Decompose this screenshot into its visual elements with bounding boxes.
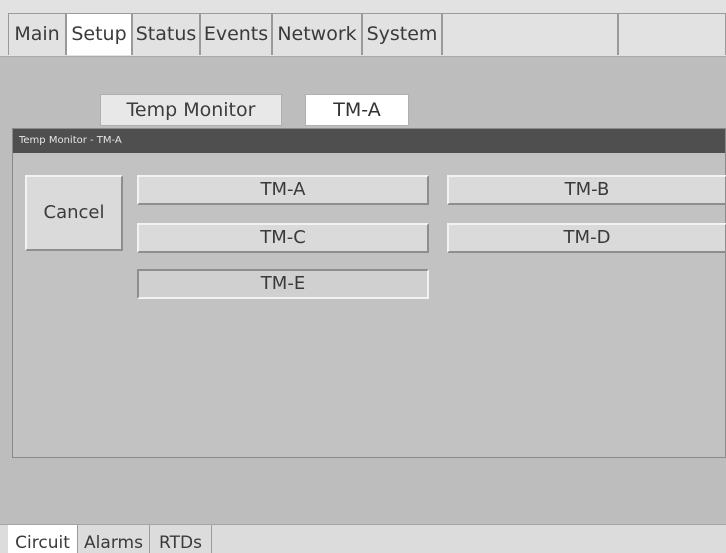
dialog-title: Temp Monitor - TM-A: [13, 129, 725, 153]
tab-rtds[interactable]: RTDs: [150, 525, 212, 553]
tab-empty-2[interactable]: [618, 13, 726, 55]
option-tm-d-button[interactable]: TM-D: [447, 223, 726, 253]
bottom-tab-bar: Circuit Alarms RTDs: [0, 524, 726, 553]
tab-empty-1[interactable]: [442, 13, 618, 55]
option-tm-c-button[interactable]: TM-C: [137, 223, 429, 253]
option-tm-e-button[interactable]: TM-E: [137, 269, 429, 299]
temp-monitor-select[interactable]: TM-A: [305, 94, 409, 126]
temp-monitor-label: Temp Monitor: [100, 94, 282, 126]
tab-alarms[interactable]: Alarms: [78, 525, 150, 553]
tab-main[interactable]: Main: [8, 13, 66, 55]
tab-network[interactable]: Network: [272, 13, 362, 55]
tab-setup[interactable]: Setup: [66, 13, 132, 55]
top-tab-bar: Main Setup Status Events Network System: [0, 0, 726, 57]
option-tm-b-button[interactable]: TM-B: [447, 175, 726, 205]
temp-monitor-dialog: Temp Monitor - TM-A Cancel TM-A TM-B TM-…: [12, 128, 726, 458]
cancel-button[interactable]: Cancel: [25, 175, 123, 251]
tab-system[interactable]: System: [362, 13, 442, 55]
option-tm-a-button[interactable]: TM-A: [137, 175, 429, 205]
tab-status[interactable]: Status: [132, 13, 200, 55]
tab-events[interactable]: Events: [200, 13, 272, 55]
tab-circuit[interactable]: Circuit: [8, 525, 78, 553]
